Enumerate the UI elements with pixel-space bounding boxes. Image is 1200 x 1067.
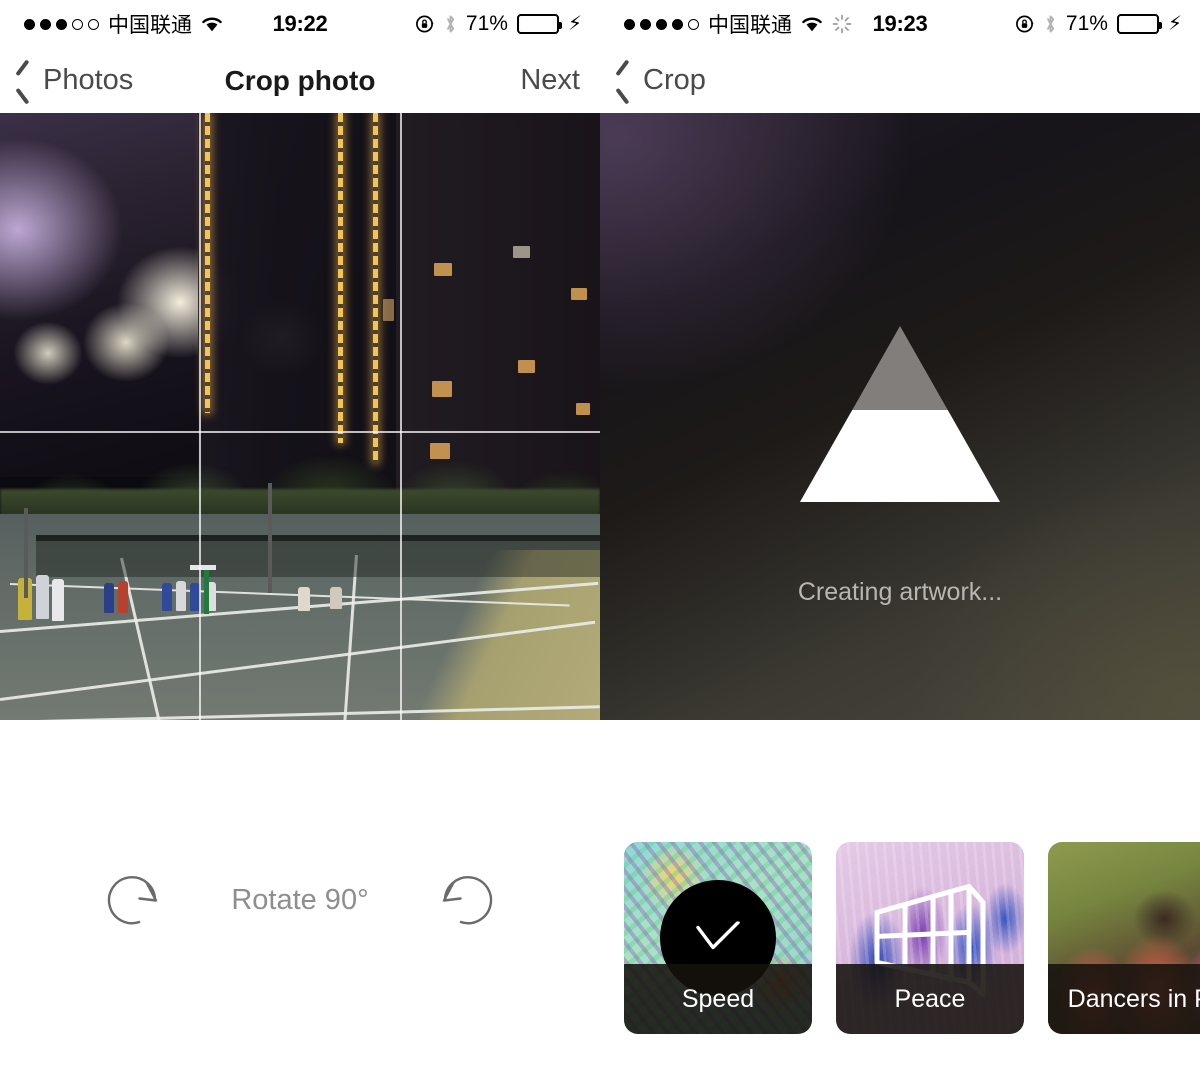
back-button-label-2: Crop (643, 64, 706, 96)
status-bar-left: 中国联通 19:22 71% ⚡ (0, 0, 600, 48)
lightning-bolt-icon: ⚡ (567, 13, 582, 35)
crop-photo-stage[interactable] (0, 113, 600, 720)
battery-percent-label-2: 71% (1065, 12, 1108, 35)
bluetooth-icon-2 (1044, 14, 1057, 34)
battery-percent-label: 71% (465, 12, 508, 35)
status-bar-right-group: 71% ⚡ (415, 12, 582, 36)
bluetooth-icon (444, 14, 457, 34)
screenshot-root: 中国联通 19:22 71% ⚡ Photos Crop photo Next … (0, 0, 1200, 1067)
filter-thumbnail-speed[interactable]: Speed (624, 842, 812, 1034)
nav-bar-right: Crop (600, 48, 1200, 113)
status-bar-right-group-2: 71% ⚡ (1015, 12, 1182, 36)
lightning-bolt-icon-2: ⚡ (1167, 13, 1182, 35)
filter-thumbnail-strip[interactable]: Speed Peace Dancers in (624, 842, 1200, 1038)
rotate-counterclockwise-icon[interactable] (429, 861, 507, 939)
rotation-lock-icon-2 (1015, 14, 1035, 34)
filter-name-2: Peace (894, 984, 966, 1013)
filter-thumbnail-dancers[interactable]: Dancers in Pi (1048, 842, 1200, 1034)
next-button[interactable]: Next (520, 64, 580, 97)
prisma-triangle-progress-icon (800, 326, 1000, 502)
filter-thumbnail-peace[interactable]: Peace (836, 842, 1024, 1034)
rotate-label: Rotate 90° (231, 883, 369, 916)
processing-status-text: Creating artwork... (797, 578, 1003, 606)
rotation-lock-icon (415, 14, 435, 34)
status-bar-right: 中国联通 19:23 71% ⚡ (600, 0, 1200, 48)
chevron-left-icon-2 (614, 65, 633, 97)
back-button-crop[interactable]: Crop (614, 64, 706, 97)
rotate-controls: Rotate 90° (0, 845, 600, 955)
filter-caption-3: Dancers in Pi (1048, 964, 1200, 1034)
filter-name: Speed (681, 984, 755, 1013)
filter-caption-2: Peace (836, 964, 1024, 1034)
nav-bar-left: Photos Crop photo Next (0, 48, 600, 113)
crop-grid-line-vertical-1[interactable] (199, 113, 201, 720)
lower-controls-area: Rotate 90° Speed Peace Dancers in (0, 720, 1200, 1067)
filter-name-3: Dancers in Pi (1067, 984, 1200, 1013)
crop-grid-line-vertical-2[interactable] (400, 113, 402, 720)
crop-grid-line-horizontal-1[interactable] (0, 431, 600, 433)
processing-stage: Creating artwork... (600, 113, 1200, 720)
filter-caption: Speed (624, 964, 812, 1034)
photo-night-tennis-court (0, 113, 600, 720)
battery-icon (516, 14, 562, 34)
rotate-clockwise-icon[interactable] (93, 861, 171, 939)
page-title: Crop photo (224, 64, 376, 96)
checkmark-icon (694, 920, 742, 952)
battery-icon-2 (1116, 14, 1162, 34)
